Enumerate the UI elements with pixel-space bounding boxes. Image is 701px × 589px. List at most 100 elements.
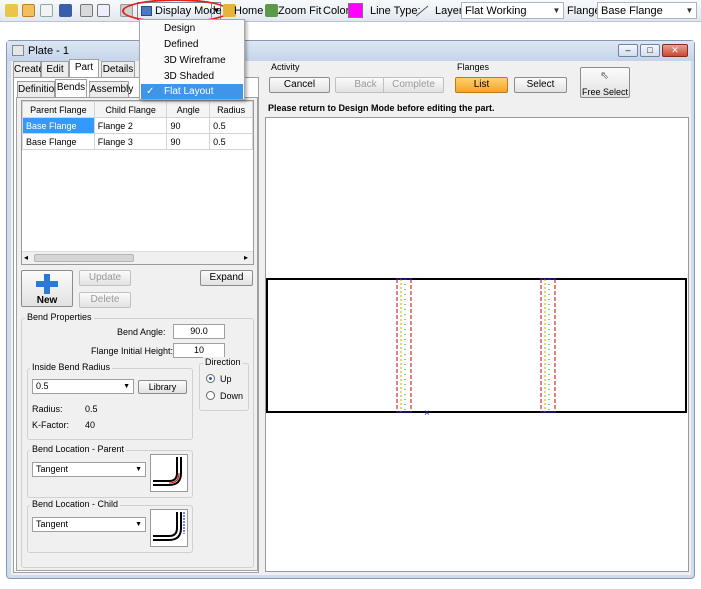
table-header-row: Parent Flange Child Flange Angle Radius [22,101,253,118]
library-button[interactable]: Library [138,380,187,394]
select-button[interactable]: Select [514,77,567,93]
subtab-assembly[interactable]: Assembly [89,81,133,97]
color-swatch[interactable] [348,3,363,18]
table-cell[interactable]: Flange 2 [93,117,168,134]
direction-group [199,363,249,411]
bend-child-diagram-icon [150,509,188,547]
direction-up-label: Up [220,374,232,384]
scrollbar-thumb[interactable] [34,254,134,262]
table-cell[interactable]: Base Flange [22,133,95,150]
layer-value: Flat Working [465,5,527,17]
open-folder-icon[interactable] [5,4,18,17]
new-file-icon[interactable] [40,4,53,17]
print-icon[interactable] [80,4,93,17]
bend-angle-input[interactable]: 90.0 [173,324,225,339]
menu-item-3d-shaded[interactable]: 3D Shaded [141,69,243,84]
complete-button[interactable]: Complete [383,77,444,93]
table-cell[interactable]: 90 [166,133,211,150]
col-angle[interactable]: Angle [166,101,211,118]
flat-plate-outline [266,278,687,413]
bend-angle-label: Bend Angle: [117,327,166,337]
bends-panel: Parent Flange Child Flange Angle Radius … [16,97,258,571]
window-titlebar[interactable]: Plate - 1 – □ ✕ [7,41,694,61]
kfactor-value: 40 [85,420,96,430]
window-icon [12,45,24,56]
menu-item-3d-wireframe[interactable]: 3D Wireframe [141,53,243,68]
bend-location-parent-select[interactable]: Tangent ▼ [32,462,146,477]
home-button[interactable]: Home [234,5,263,17]
menu-item-design[interactable]: Design [141,21,243,36]
status-message: Please return to Design Mode before edit… [268,103,495,113]
line-type-label: Line Type: [370,5,421,17]
free-select-button[interactable]: ⇖ Free Select [580,67,630,98]
inside-radius-value: 0.5 [36,381,49,391]
bend-parent-diagram-icon [150,454,188,492]
table-cell[interactable]: Flange 3 [93,133,168,150]
flange-height-input[interactable]: 10 [173,343,225,358]
line-type-icon[interactable] [414,4,430,18]
col-child-flange[interactable]: Child Flange [93,101,168,118]
kfactor-label: K-Factor: [32,420,70,430]
open-file-icon[interactable] [22,4,35,17]
bend-location-child-value: Tangent [36,519,69,529]
tab-edit[interactable]: Edit [41,61,69,77]
save-icon[interactable] [59,4,72,17]
subtab-definition[interactable]: Definition [17,81,60,97]
window-client: Create Edit Part Details Definition Bend… [11,59,691,575]
col-radius[interactable]: Radius [209,101,253,118]
display-mode-menu: Design Defined 3D Wireframe 3D Shaded ✓ … [139,19,245,100]
chevron-down-icon: ▼ [135,521,142,528]
new-button[interactable]: New [21,270,73,307]
window-title: Plate - 1 [28,45,69,57]
maximize-button[interactable]: □ [640,44,660,57]
bend-zone-2 [540,278,556,413]
bend-location-child-select[interactable]: Tangent ▼ [32,517,146,532]
direction-down-radio[interactable] [206,391,215,400]
menu-item-flat-layout-label: Flat Layout [164,86,214,97]
tab-part[interactable]: Part [69,59,99,77]
flange-select[interactable]: Base Flange ▼ [597,2,697,19]
layer-select[interactable]: Flat Working ▼ [461,2,564,19]
bends-table: Parent Flange Child Flange Angle Radius … [22,101,253,150]
subtab-bends[interactable]: Bends [55,79,87,97]
cancel-button[interactable]: Cancel [269,77,330,93]
flange-height-label: Flange Initial Height: [91,346,174,356]
menu-item-defined[interactable]: Defined [141,37,243,52]
radio-dot [209,377,212,380]
cursor-icon: ⇖ [600,70,610,82]
update-button[interactable]: Update [79,270,131,286]
direction-up-radio[interactable] [206,374,215,383]
zoom-fit-icon[interactable] [265,4,278,17]
origin-marker: × [424,408,430,419]
tab-create[interactable]: Create [13,61,44,77]
delete-button[interactable]: Delete [79,292,131,308]
bend-location-parent-value: Tangent [36,464,69,474]
chevron-down-icon: ▼ [135,466,142,473]
tab-details[interactable]: Details [101,61,135,77]
radius-label: Radius: [32,404,63,414]
minimize-button[interactable]: – [618,44,638,57]
drawing-canvas[interactable]: × [265,117,689,572]
table-row[interactable]: Base Flange Flange 3 90 0.5 [22,133,253,150]
menu-item-flat-layout[interactable]: ✓ Flat Layout [141,84,243,99]
list-button[interactable]: List [455,77,508,93]
table-cell[interactable]: 0.5 [209,117,253,134]
scroll-left-icon[interactable]: ◂ [24,253,28,262]
table-cell[interactable]: Base Flange [22,117,95,134]
bend-zone-1 [396,278,412,413]
chevron-down-icon: ▼ [552,6,561,15]
activity-label: Activity [271,62,300,72]
main-toolbar: Display Mode ▼ Home Zoom Fit Color: Line… [0,0,701,23]
inside-radius-select[interactable]: 0.5 ▼ [32,379,134,394]
zoom-fit-button[interactable]: Zoom Fit [278,5,321,17]
print-preview-icon[interactable] [97,4,110,17]
table-cell[interactable]: 90 [166,117,211,134]
col-parent-flange[interactable]: Parent Flange [22,101,95,118]
table-cell[interactable]: 0.5 [209,133,253,150]
table-row[interactable]: Base Flange Flange 2 90 0.5 [22,117,253,134]
close-button[interactable]: ✕ [662,44,688,57]
chevron-down-icon: ▼ [685,6,694,15]
scroll-right-icon[interactable]: ▸ [244,253,248,262]
expand-button[interactable]: Expand [200,270,253,286]
horizontal-scrollbar[interactable]: ◂ ▸ [22,251,253,264]
